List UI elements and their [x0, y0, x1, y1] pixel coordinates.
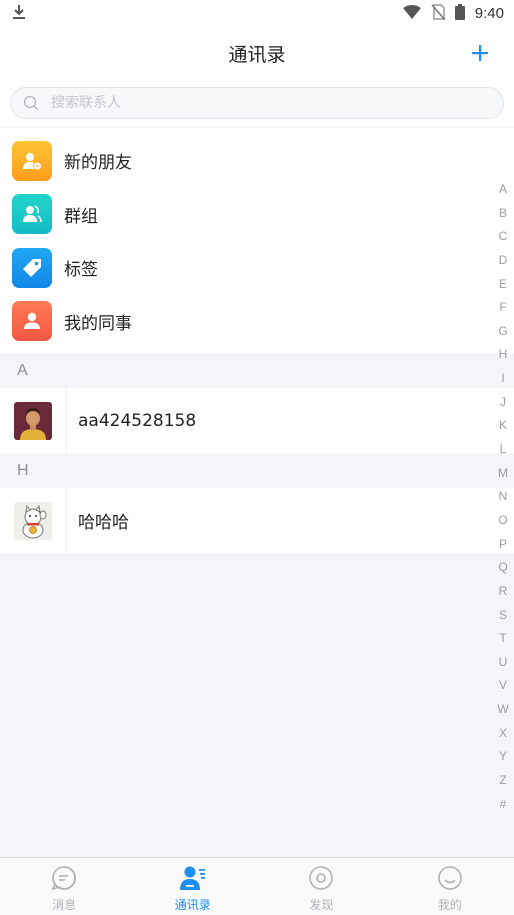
- index-letter[interactable]: #: [492, 793, 514, 817]
- tab-messages-label: 消息: [52, 898, 77, 912]
- tags-item[interactable]: 标签: [0, 241, 514, 295]
- index-letter[interactable]: N: [492, 485, 514, 509]
- index-letter[interactable]: V: [492, 674, 514, 698]
- tab-discover-label: 发现: [309, 898, 334, 912]
- status-time: 9:40: [474, 5, 504, 22]
- nav-bar: 通讯录: [0, 27, 514, 79]
- avatar-cell: [0, 388, 67, 453]
- lucky-cat-avatar: [14, 501, 52, 540]
- new-friend-icon: [12, 140, 52, 181]
- tab-contacts-label: 通讯录: [174, 898, 211, 912]
- bottom-tab-bar: 消息 通讯录 发现 我的: [0, 857, 514, 915]
- contact-row[interactable]: 哈哈哈: [0, 488, 514, 553]
- index-letter[interactable]: X: [492, 722, 514, 746]
- index-letter[interactable]: R: [492, 580, 514, 604]
- battery-icon: [454, 3, 465, 24]
- colleague-icon: [12, 301, 52, 342]
- index-letter[interactable]: L: [492, 438, 514, 462]
- add-contact-button[interactable]: [466, 39, 494, 67]
- tab-profile-label: 我的: [437, 898, 462, 912]
- index-letter[interactable]: U: [492, 651, 514, 675]
- colleagues-label: 我的同事: [64, 313, 132, 334]
- alphabet-index[interactable]: A B C D E F G H I J K L M N O P Q R S T U V W X Y Z #: [492, 178, 514, 816]
- index-letter[interactable]: C: [492, 225, 514, 249]
- tag-icon: [12, 247, 52, 288]
- index-letter[interactable]: F: [492, 296, 514, 320]
- index-letter[interactable]: B: [492, 202, 514, 226]
- no-sim-icon: [431, 3, 446, 24]
- message-icon: [50, 864, 78, 892]
- index-letter[interactable]: A: [492, 178, 514, 202]
- search-icon: [23, 95, 39, 111]
- index-letter[interactable]: J: [492, 391, 514, 415]
- index-letter[interactable]: I: [492, 367, 514, 391]
- tab-messages[interactable]: 消息: [0, 858, 129, 915]
- section-header-a: A: [17, 361, 28, 379]
- index-letter[interactable]: E: [492, 273, 514, 297]
- colleagues-item[interactable]: 我的同事: [0, 295, 514, 349]
- groups-item[interactable]: 群组: [0, 188, 514, 242]
- index-letter[interactable]: Y: [492, 745, 514, 769]
- section-header-h: H: [17, 461, 29, 479]
- new-friends-label: 新的朋友: [64, 153, 132, 174]
- contact-row[interactable]: aa424528158: [0, 388, 514, 453]
- tab-profile[interactable]: 我的: [386, 858, 514, 915]
- index-letter[interactable]: P: [492, 533, 514, 557]
- index-letter[interactable]: S: [492, 604, 514, 628]
- tab-discover[interactable]: 发现: [257, 858, 386, 915]
- discover-icon: [307, 864, 335, 892]
- index-letter[interactable]: D: [492, 249, 514, 273]
- contacts-icon: [179, 864, 207, 892]
- groups-label: 群组: [64, 206, 98, 227]
- avatar: [14, 401, 52, 440]
- download-icon: [12, 4, 26, 24]
- search-area: [0, 79, 514, 127]
- index-letter[interactable]: H: [492, 343, 514, 367]
- search-input[interactable]: [51, 95, 451, 111]
- status-bar: 9:40: [0, 0, 514, 27]
- tags-label: 标签: [64, 260, 98, 281]
- tab-contacts[interactable]: 通讯录: [129, 858, 258, 915]
- contact-name: aa424528158: [78, 410, 197, 431]
- index-letter[interactable]: O: [492, 509, 514, 533]
- search-bar[interactable]: [10, 87, 504, 119]
- illustrated-person-avatar: [14, 401, 52, 440]
- plus-icon: [472, 45, 488, 61]
- index-letter[interactable]: K: [492, 414, 514, 438]
- index-letter[interactable]: W: [492, 698, 514, 722]
- wifi-icon: [402, 4, 421, 23]
- avatar: [14, 501, 52, 540]
- group-icon: [12, 194, 52, 235]
- feature-list: 新的朋友 群组 标签 我的同事: [0, 127, 514, 353]
- contact-name: 哈哈哈: [78, 513, 129, 533]
- avatar-cell: [0, 488, 67, 553]
- index-letter[interactable]: T: [492, 627, 514, 651]
- profile-icon: [436, 864, 464, 892]
- index-letter[interactable]: G: [492, 320, 514, 344]
- new-friends-item[interactable]: 新的朋友: [0, 134, 514, 188]
- index-letter[interactable]: Q: [492, 556, 514, 580]
- status-indicators: 9:40: [402, 3, 504, 24]
- index-letter[interactable]: M: [492, 462, 514, 486]
- index-letter[interactable]: Z: [492, 769, 514, 793]
- page-title: 通讯录: [228, 43, 286, 66]
